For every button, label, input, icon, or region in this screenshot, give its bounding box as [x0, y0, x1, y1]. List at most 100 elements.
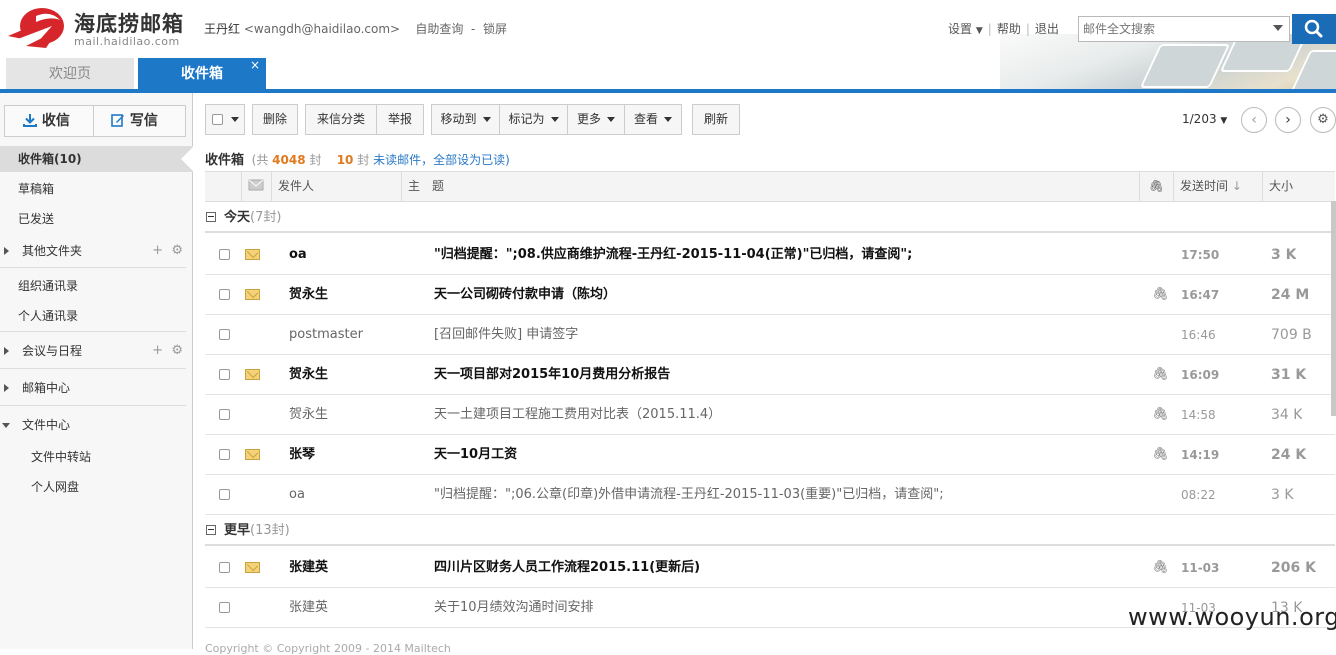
sidebar-item-org-contacts[interactable]: 组织通讯录	[0, 273, 193, 299]
expand-arrow-icon[interactable]	[4, 247, 9, 255]
header-checkbox-cell	[205, 172, 241, 201]
header-size[interactable]: 大小	[1262, 172, 1335, 201]
mark-as-button[interactable]: 标记为	[499, 104, 568, 135]
row-checkbox[interactable]	[219, 409, 230, 420]
collapse-group-icon[interactable]	[206, 524, 216, 535]
header-sender[interactable]: 发件人	[271, 172, 401, 201]
row-checkbox[interactable]	[219, 562, 230, 573]
sidebar-item-calendar[interactable]: 会议与日程 + ⚙	[0, 338, 193, 364]
mail-row[interactable]: 张建英 四川片区财务人员工作流程2015.11(更新后) 🖇 11-03 206 K	[205, 548, 1335, 588]
lock-screen-link[interactable]: 锁屏	[483, 22, 507, 36]
header-status-cell[interactable]	[241, 172, 271, 201]
logo[interactable]: 海底捞邮箱 mail.haidilao.com	[6, 6, 186, 50]
row-checkbox[interactable]	[219, 369, 230, 380]
mail-time: 14:19	[1181, 448, 1220, 462]
chevron-down-icon: ▼	[1220, 116, 1228, 126]
gear-icon[interactable]: ⚙	[171, 243, 183, 258]
mail-subject[interactable]: "归档提醒：";08.供应商维护流程-王丹红-2015-11-04(正常)"已归…	[434, 235, 1134, 275]
select-all-checkbox[interactable]	[211, 114, 223, 125]
mail-time: 17:50	[1181, 248, 1220, 262]
group-earlier[interactable]: 更早(13封)	[205, 516, 1335, 546]
mail-row[interactable]: 张琴 天一10月工资 🖇 14:19 24 K	[205, 435, 1335, 475]
delete-button[interactable]: 删除	[252, 104, 298, 135]
refresh-button[interactable]: 刷新	[692, 104, 740, 135]
search-button[interactable]	[1292, 14, 1336, 44]
sidebar-item-mailbox-center[interactable]: 邮箱中心	[0, 375, 193, 401]
page-number: 1/203	[1182, 112, 1217, 126]
mail-subject[interactable]: "归档提醒：";06.公章(印章)外借申请流程-王丹红-2015-11-03(重…	[434, 475, 1134, 515]
report-button[interactable]: 举报	[376, 104, 424, 135]
divider: |	[987, 22, 992, 36]
list-settings-button[interactable]: ⚙	[1310, 107, 1336, 133]
collapse-arrow-icon[interactable]	[2, 423, 10, 428]
mail-subject[interactable]: 天一公司砌砖付款申请（陈均）	[434, 275, 1134, 315]
mail-subject[interactable]: 四川片区财务人员工作流程2015.11(更新后)	[434, 548, 1134, 588]
row-checkbox[interactable]	[219, 602, 230, 613]
sidebar-item-file-center[interactable]: 文件中心	[0, 412, 193, 438]
mail-time: 14:58	[1181, 408, 1216, 422]
sidebar-item-drafts[interactable]: 草稿箱	[0, 176, 193, 202]
header-attachment[interactable]: 🖇	[1139, 172, 1173, 201]
mail-subject[interactable]: 关于10月绩效沟通时间安排	[434, 588, 1134, 628]
divider	[0, 405, 186, 406]
mail-row[interactable]: 贺永生 天一土建项目工程施工费用对比表（2015.11.4） 🖇 14:58 34 K	[205, 395, 1335, 435]
select-all-dropdown[interactable]	[205, 104, 245, 135]
mail-row[interactable]: postmaster [召回邮件失败] 申请签字 16:46 709 B	[205, 315, 1335, 355]
sidebar-item-personal-disk[interactable]: 个人网盘	[0, 474, 193, 500]
expand-arrow-icon[interactable]	[4, 347, 9, 355]
expand-arrow-icon[interactable]	[4, 384, 9, 392]
gear-icon[interactable]: ⚙	[171, 343, 183, 358]
mark-all-read-link[interactable]: ，全部设为已读)	[421, 153, 510, 167]
compose-button[interactable]: 写信	[111, 106, 158, 136]
sidebar-item-other-folders[interactable]: 其他文件夹 + ⚙	[0, 238, 193, 264]
row-checkbox[interactable]	[219, 489, 230, 500]
move-to-button[interactable]: 移动到	[431, 104, 500, 135]
search-input[interactable]	[1079, 17, 1269, 41]
paperclip-icon: 🖇	[1152, 407, 1169, 422]
mail-subject[interactable]: [召回邮件失败] 申请签字	[434, 315, 1134, 355]
settings-label: 设置	[948, 22, 973, 36]
tab-inbox[interactable]: 收件箱 ×	[138, 58, 266, 90]
chevron-down-icon	[550, 117, 559, 122]
sidebar-item-inbox[interactable]: 收件箱(10)	[0, 146, 194, 172]
mail-row[interactable]: 贺永生 天一公司砌砖付款申请（陈均） 🖇 16:47 24 M	[205, 275, 1335, 315]
prev-page-button[interactable]: ‹	[1241, 107, 1267, 133]
sidebar-item-sent[interactable]: 已发送	[0, 206, 193, 232]
row-checkbox[interactable]	[219, 329, 230, 340]
tab-welcome[interactable]: 欢迎页	[6, 58, 134, 90]
header-subject[interactable]: 主 题	[401, 172, 1139, 201]
mail-sender: 张建英	[289, 560, 329, 575]
more-button[interactable]: 更多	[567, 104, 625, 135]
header-time[interactable]: 发送时间 ↓	[1173, 172, 1262, 201]
row-checkbox[interactable]	[219, 449, 230, 460]
mail-subject[interactable]: 天一土建项目工程施工费用对比表（2015.11.4）	[434, 395, 1134, 435]
receive-button[interactable]: 收信	[23, 106, 70, 136]
collapse-group-icon[interactable]	[206, 211, 216, 222]
search-dropdown-icon[interactable]	[1273, 25, 1283, 31]
scrollbar[interactable]	[1331, 201, 1336, 416]
sidebar-item-personal-contacts[interactable]: 个人通讯录	[0, 303, 193, 329]
sidebar-item-label: 邮箱中心	[22, 381, 71, 395]
mail-row[interactable]: oa "归档提醒：";08.供应商维护流程-王丹红-2015-11-04(正常)"…	[205, 235, 1335, 275]
row-checkbox[interactable]	[219, 249, 230, 260]
view-button[interactable]: 查看	[624, 104, 682, 135]
add-folder-icon[interactable]: +	[152, 243, 163, 258]
mail-subject[interactable]: 天一10月工资	[434, 435, 1134, 475]
classify-button[interactable]: 来信分类	[305, 104, 377, 135]
row-checkbox[interactable]	[219, 289, 230, 300]
page-indicator[interactable]: 1/203 ▼	[1182, 112, 1227, 126]
next-page-button[interactable]: ›	[1275, 107, 1301, 133]
settings-menu[interactable]: 设置 ▼	[948, 22, 983, 36]
group-today[interactable]: 今天(7封)	[205, 203, 1335, 233]
mail-time: 11-03	[1181, 561, 1220, 575]
mail-row[interactable]: oa "归档提醒：";06.公章(印章)外借申请流程-王丹红-2015-11-03…	[205, 475, 1335, 515]
add-event-icon[interactable]: +	[152, 343, 163, 358]
mail-row[interactable]: 贺永生 天一项目部对2015年10月费用分析报告 🖇 16:09 31 K	[205, 355, 1335, 395]
logout-link[interactable]: 退出	[1035, 22, 1059, 36]
self-service-link[interactable]: 自助查询	[415, 22, 463, 36]
unread-mail-link[interactable]: 未读邮件	[373, 153, 421, 167]
help-link[interactable]: 帮助	[997, 22, 1021, 36]
mail-subject[interactable]: 天一项目部对2015年10月费用分析报告	[434, 355, 1134, 395]
close-icon[interactable]: ×	[250, 49, 260, 81]
sidebar-item-file-transfer[interactable]: 文件中转站	[0, 444, 193, 470]
